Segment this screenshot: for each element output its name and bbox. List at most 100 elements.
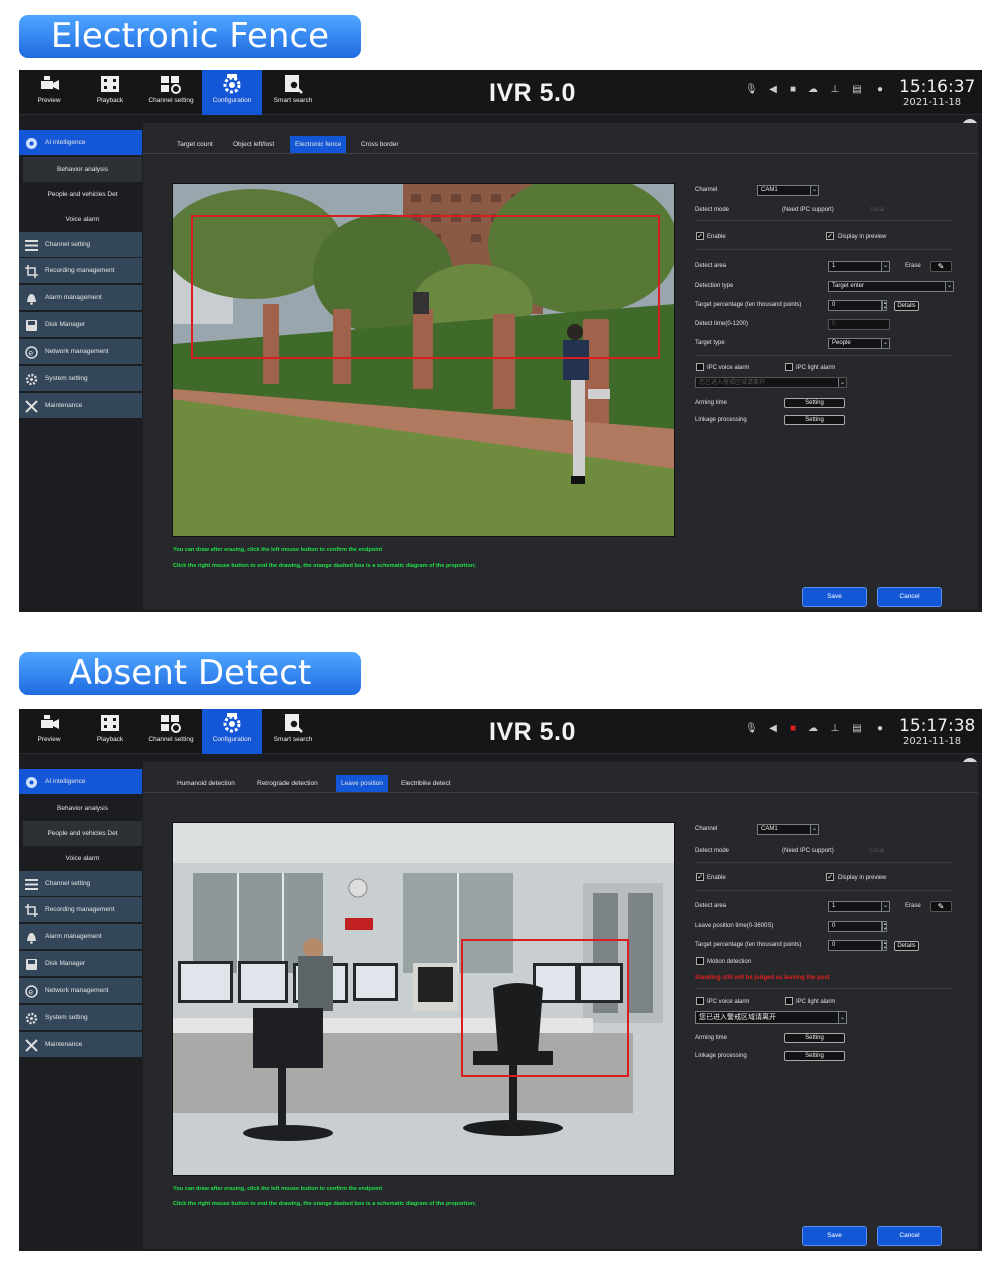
voice-text-select[interactable]: 您已进入警戒区域请离开 ⌄ [695, 377, 847, 388]
display-preview-checkbox[interactable]: ✓ [826, 232, 834, 240]
sidebar-item-recording-management[interactable]: Recording management [19, 258, 142, 284]
tab-electronic-fence[interactable]: Electronic fence [290, 136, 347, 153]
nav-playback[interactable]: Playback [80, 709, 140, 754]
gear-icon [25, 1011, 38, 1025]
erase-button[interactable]: ✎ [930, 901, 952, 912]
voice-text-select[interactable]: 您已进入警戒区域请离开 ⌄ [695, 1011, 847, 1024]
tab-cross-border[interactable]: Cross border [356, 136, 404, 153]
channel-select[interactable]: CAM1 ⌄ [757, 824, 819, 835]
sidebar-item-system-setting[interactable]: System setting [19, 366, 142, 392]
arming-setting-button[interactable]: Setting [784, 398, 845, 408]
save-button[interactable]: Save [802, 1226, 867, 1246]
stepper-icon[interactable]: ▲ ▼ [882, 300, 887, 311]
detect-time-input[interactable]: 0 [828, 319, 890, 330]
channel-select[interactable]: CAM1 ⌄ [757, 185, 819, 196]
sidebar-sub-behavior-analysis[interactable]: Behavior analysis [23, 795, 142, 821]
sidebar-sub-people-vehicles[interactable]: People and vehicles Det [23, 181, 142, 207]
target-percentage-input[interactable]: 0 [828, 300, 882, 311]
tab-target-count[interactable]: Target count [172, 136, 218, 153]
sidebar-item-recording-management[interactable]: Recording management [19, 897, 142, 923]
bell-icon [25, 930, 38, 945]
bell-icon [25, 291, 38, 306]
ipc-light-checkbox[interactable] [785, 363, 793, 371]
tab-object-left-lost[interactable]: Object left/lost [228, 136, 279, 153]
ipc-voice-label: IPC voice alarm [707, 999, 750, 1005]
target-percentage-label: Target percentage (ten thousand points) [695, 302, 802, 308]
sidebar: AI intelligence Behavior analysis People… [19, 130, 142, 420]
details-button[interactable]: Details [894, 301, 919, 311]
sidebar-item-ai-intelligence[interactable]: AI intelligence [19, 130, 142, 155]
nav-smart-search[interactable]: Smart search [263, 70, 323, 115]
sidebar-item-network-management[interactable]: e Network management [19, 978, 142, 1004]
save-button[interactable]: Save [802, 587, 867, 607]
linkage-setting-button[interactable]: Setting [784, 415, 845, 425]
detect-area-select[interactable]: 1 ⌄ [828, 901, 890, 912]
tab-electribike-detect[interactable]: Electribike detect [396, 775, 456, 792]
sidebar-item-maintenance[interactable]: Maintenance [19, 392, 142, 418]
camera-view[interactable] [172, 183, 675, 537]
crop-icon [25, 264, 38, 279]
leave-time-input[interactable]: 0 [828, 921, 882, 932]
sidebar-sub-people-vehicles[interactable]: People and vehicles Det [23, 820, 142, 846]
target-type-select[interactable]: People ⌄ [828, 338, 890, 349]
film-icon [101, 76, 119, 92]
ipc-voice-checkbox[interactable] [696, 363, 704, 371]
nav-channel-setting[interactable]: Channel setting [141, 709, 201, 754]
sidebar-item-disk-manager[interactable]: Disk Manager [19, 312, 142, 338]
nav-configuration[interactable]: Configuration [202, 70, 262, 115]
stepper-icon[interactable]: ▲ ▼ [882, 921, 887, 932]
sidebar-item-ai-intelligence[interactable]: AI intelligence [19, 769, 142, 794]
monitor-icon: ▤ [852, 723, 862, 734]
detection-type-select[interactable]: Target enter ⌄ [828, 281, 954, 292]
target-percentage-input[interactable]: 0 [828, 940, 882, 951]
sidebar-sub-behavior-analysis[interactable]: Behavior analysis [23, 156, 142, 182]
sidebar-item-network-management[interactable]: e Network management [19, 339, 142, 365]
tab-retrograde-detection[interactable]: Retrograde detection [252, 775, 323, 792]
ipc-light-checkbox[interactable] [785, 997, 793, 1005]
sidebar-item-system-setting[interactable]: System setting [19, 1005, 142, 1031]
display-preview-checkbox[interactable]: ✓ [826, 873, 834, 881]
ipc-voice-checkbox[interactable] [696, 997, 704, 1005]
cancel-button[interactable]: Cancel [877, 587, 942, 607]
leave-time-value: 0 [832, 923, 836, 929]
arming-time-label: Arming time [695, 400, 728, 406]
brain-icon [25, 136, 38, 149]
tab-leave-position[interactable]: Leave position [336, 775, 388, 792]
nav-preview[interactable]: Preview [19, 709, 79, 754]
nav-channel-setting[interactable]: Channel setting [141, 70, 201, 115]
detect-area-select[interactable]: 1 ⌄ [828, 261, 890, 272]
motion-detection-label: Motion detection [707, 959, 752, 965]
motion-detection-checkbox[interactable] [696, 957, 704, 965]
linkage-setting-button[interactable]: Setting [784, 1051, 845, 1061]
nav-playback[interactable]: Playback [80, 70, 140, 115]
divider [695, 890, 953, 891]
tab-humanoid-detection[interactable]: Humanoid detection [172, 775, 240, 792]
cancel-button[interactable]: Cancel [877, 1226, 942, 1246]
config-panel: Target count Object left/lost Electronic… [143, 123, 978, 610]
nav-preview[interactable]: Preview [19, 70, 79, 115]
tools-icon [25, 399, 38, 413]
speaker-icon: ◀ [769, 84, 777, 95]
nav-smart-search[interactable]: Smart search [263, 709, 323, 754]
camera-view[interactable] [172, 822, 675, 1176]
erase-button[interactable]: ✎ [930, 261, 952, 272]
globe-icon: e [25, 984, 38, 998]
sidebar-item-maintenance[interactable]: Maintenance [19, 1031, 142, 1057]
sidebar-sub-voice-alarm[interactable]: Voice alarm [23, 845, 142, 871]
sidebar-item-channel-setting[interactable]: Channel setting [19, 231, 142, 257]
sidebar-item-alarm-management[interactable]: Alarm management [19, 285, 142, 311]
enable-checkbox[interactable]: ✓ [696, 232, 704, 240]
sidebar-sub-voice-alarm[interactable]: Voice alarm [23, 206, 142, 232]
stepper-icon[interactable]: ▲ ▼ [882, 940, 887, 951]
arming-setting-button[interactable]: Setting [784, 1033, 845, 1043]
enable-label: Enable [707, 875, 726, 881]
disk-icon [25, 957, 38, 971]
enable-checkbox[interactable]: ✓ [696, 873, 704, 881]
details-button[interactable]: Details [894, 941, 919, 951]
sidebar-item-alarm-management[interactable]: Alarm management [19, 924, 142, 950]
sidebar-item-label: System setting [45, 375, 88, 383]
enable-label: Enable [707, 234, 726, 240]
sidebar-item-channel-setting[interactable]: Channel setting [19, 870, 142, 896]
nav-configuration[interactable]: Configuration [202, 709, 262, 754]
sidebar-item-disk-manager[interactable]: Disk Manager [19, 951, 142, 977]
